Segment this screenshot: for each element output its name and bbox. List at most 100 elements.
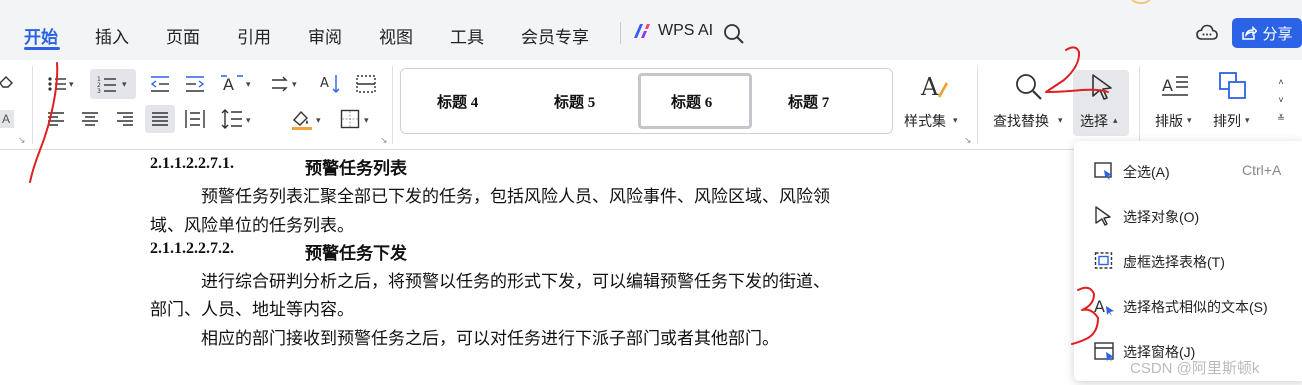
svg-text:A: A [1094,297,1105,316]
svg-text:3: 3 [97,88,101,93]
paragraph-line: 域、风险单位的任务列表。 [150,216,354,235]
ribbon-separator [1139,66,1140,144]
paragraph-dialog-launcher[interactable]: ↘ [380,135,388,146]
wps-ai-icon [634,24,650,38]
wps-ai-label: WPS AI [658,22,714,39]
avatar[interactable] [1128,0,1154,4]
chevron-down-icon[interactable]: ▾ [246,115,251,126]
style-heading-4[interactable]: 标题 4 [437,91,478,112]
heading-number: 2.1.1.2.2.7.2. [150,240,234,257]
text-direction-icon[interactable] [270,74,290,94]
show-hide-marks-icon[interactable] [356,75,376,93]
top-menu-bar: 开始 插入 页面 引用 审阅 视图 工具 会员专享 WPS AI 分享 [0,0,1302,60]
style-set-button[interactable]: 样式集 [904,111,946,131]
eraser-icon[interactable] [0,74,14,90]
select-object-icon [1095,206,1111,226]
menu-item-select-similar-format[interactable]: A 选择格式相似的文本(S) [1074,286,1302,326]
share-icon [1242,26,1258,40]
cloud-icon[interactable] [1196,23,1218,43]
ribbon-separator [977,66,978,144]
dashed-box-select-icon [1094,252,1113,269]
chevron-down-icon[interactable]: ▾ [364,115,369,126]
arrange-icon [1219,72,1246,99]
chevron-down-icon[interactable]: ▾ [1058,115,1063,126]
chevron-down-icon[interactable]: ▾ [69,79,74,90]
menu-item-select-all[interactable]: 全选(A) Ctrl+A [1074,151,1302,191]
tab-insert[interactable]: 插入 [95,23,129,48]
char-shading-icon[interactable]: A [0,110,14,128]
distributed-align-icon[interactable] [185,109,205,129]
chevron-down-icon[interactable]: ▾ [1187,115,1192,126]
selection-pane-icon [1094,342,1114,362]
sort-icon[interactable]: A [320,73,342,95]
heading-title: 预警任务列表 [305,159,407,178]
paragraph-line: 部门、人员、地址等内容。 [150,300,354,319]
shading-fill-icon[interactable] [290,108,314,130]
typesetting-button[interactable]: 排版 [1155,111,1183,131]
share-button[interactable]: 分享 [1232,18,1302,48]
tab-member[interactable]: 会员专享 [521,23,589,48]
style-heading-6[interactable]: 标题 6 [671,91,712,112]
align-right-icon[interactable] [116,110,134,128]
chevron-down-icon[interactable]: ▾ [953,115,958,126]
align-left-icon[interactable] [47,110,65,128]
menu-item-select-object[interactable]: 选择对象(O) [1074,196,1302,236]
share-label: 分享 [1262,25,1293,43]
tab-references[interactable]: 引用 [237,23,271,48]
active-tab-indicator [24,47,60,50]
paragraph-line: 进行综合研判分析之后，将预警以任务的形式下发，可以编辑预警任务下发的街道、 [201,272,830,291]
svg-text:A: A [223,75,234,93]
style-heading-7[interactable]: 标题 7 [788,91,829,112]
tab-page[interactable]: 页面 [166,23,200,48]
svg-text:A: A [320,76,329,91]
ribbon-separator [392,66,393,144]
chevron-down-icon[interactable]: ▾ [1245,115,1250,126]
menu-separator [620,22,621,44]
decrease-indent-icon[interactable] [150,75,170,93]
scroll-up-icon[interactable]: ˄ [1273,73,1289,91]
chevron-down-icon[interactable]: ▾ [122,79,127,90]
chevron-down-icon[interactable]: ▾ [246,79,251,90]
select-similar-format-icon: A [1094,297,1114,316]
char-spacing-icon[interactable]: A [220,73,244,93]
menu-item-label: 选择格式相似的文本(S) [1123,299,1268,315]
select-label: 选择 [1080,113,1108,129]
select-all-icon [1094,162,1112,180]
menu-item-dashed-select-table[interactable]: 虚框选择表格(T) [1074,241,1302,281]
menu-item-shortcut: Ctrl+A [1242,162,1282,178]
heading-title: 预警任务下发 [305,244,407,263]
bullet-list-icon[interactable] [47,75,67,93]
align-center-icon[interactable] [81,110,99,128]
arrange-button[interactable]: 排列 [1213,111,1241,131]
borders-icon[interactable] [340,109,360,129]
gallery-expand-icon[interactable]: ≚ [1273,109,1289,127]
typesetting-icon: A [1162,76,1188,96]
numbered-list-icon: 123 [97,76,116,93]
select-dropdown-menu: 全选(A) Ctrl+A 选择对象(O) 虚框选择表格(T) A 选择格式相似的… [1074,141,1302,381]
style-set-icon: A [920,73,948,100]
chevron-up-icon: ▴ [1113,115,1118,125]
find-replace-icon [1016,74,1042,100]
tab-view[interactable]: 视图 [379,23,413,48]
find-replace-button[interactable]: 查找替换 [993,111,1049,131]
scroll-down-icon[interactable]: ˅ [1273,91,1289,109]
paragraph-line: 相应的部门接收到预警任务之后，可以对任务进行下派子部门或者其他部门。 [201,329,779,348]
styles-dialog-launcher[interactable]: ↘ [964,135,972,146]
chevron-down-icon[interactable]: ▾ [316,115,321,126]
gallery-scroll[interactable]: ˄ ˅ ≚ [1273,73,1289,127]
cursor-arrow-icon [1092,74,1112,100]
tab-home[interactable]: 开始 [24,23,58,48]
justify-icon [152,112,168,126]
line-spacing-icon[interactable] [221,108,243,130]
chevron-down-icon[interactable]: ▾ [292,79,297,90]
tab-review[interactable]: 审阅 [308,23,342,48]
style-heading-5[interactable]: 标题 5 [554,91,595,112]
paragraph-line: 预警任务列表汇聚全部已下发的任务，包括风险人员、风险事件、风险区域、风险领 [201,187,830,206]
increase-indent-icon[interactable] [185,75,205,93]
tab-tools[interactable]: 工具 [450,23,484,48]
ribbon-separator [32,66,33,144]
font-dialog-launcher[interactable]: ↘ [18,135,26,146]
heading-number: 2.1.1.2.2.7.1. [150,155,234,172]
search-icon[interactable] [723,23,745,45]
wps-ai-button[interactable]: WPS AI [632,22,713,40]
